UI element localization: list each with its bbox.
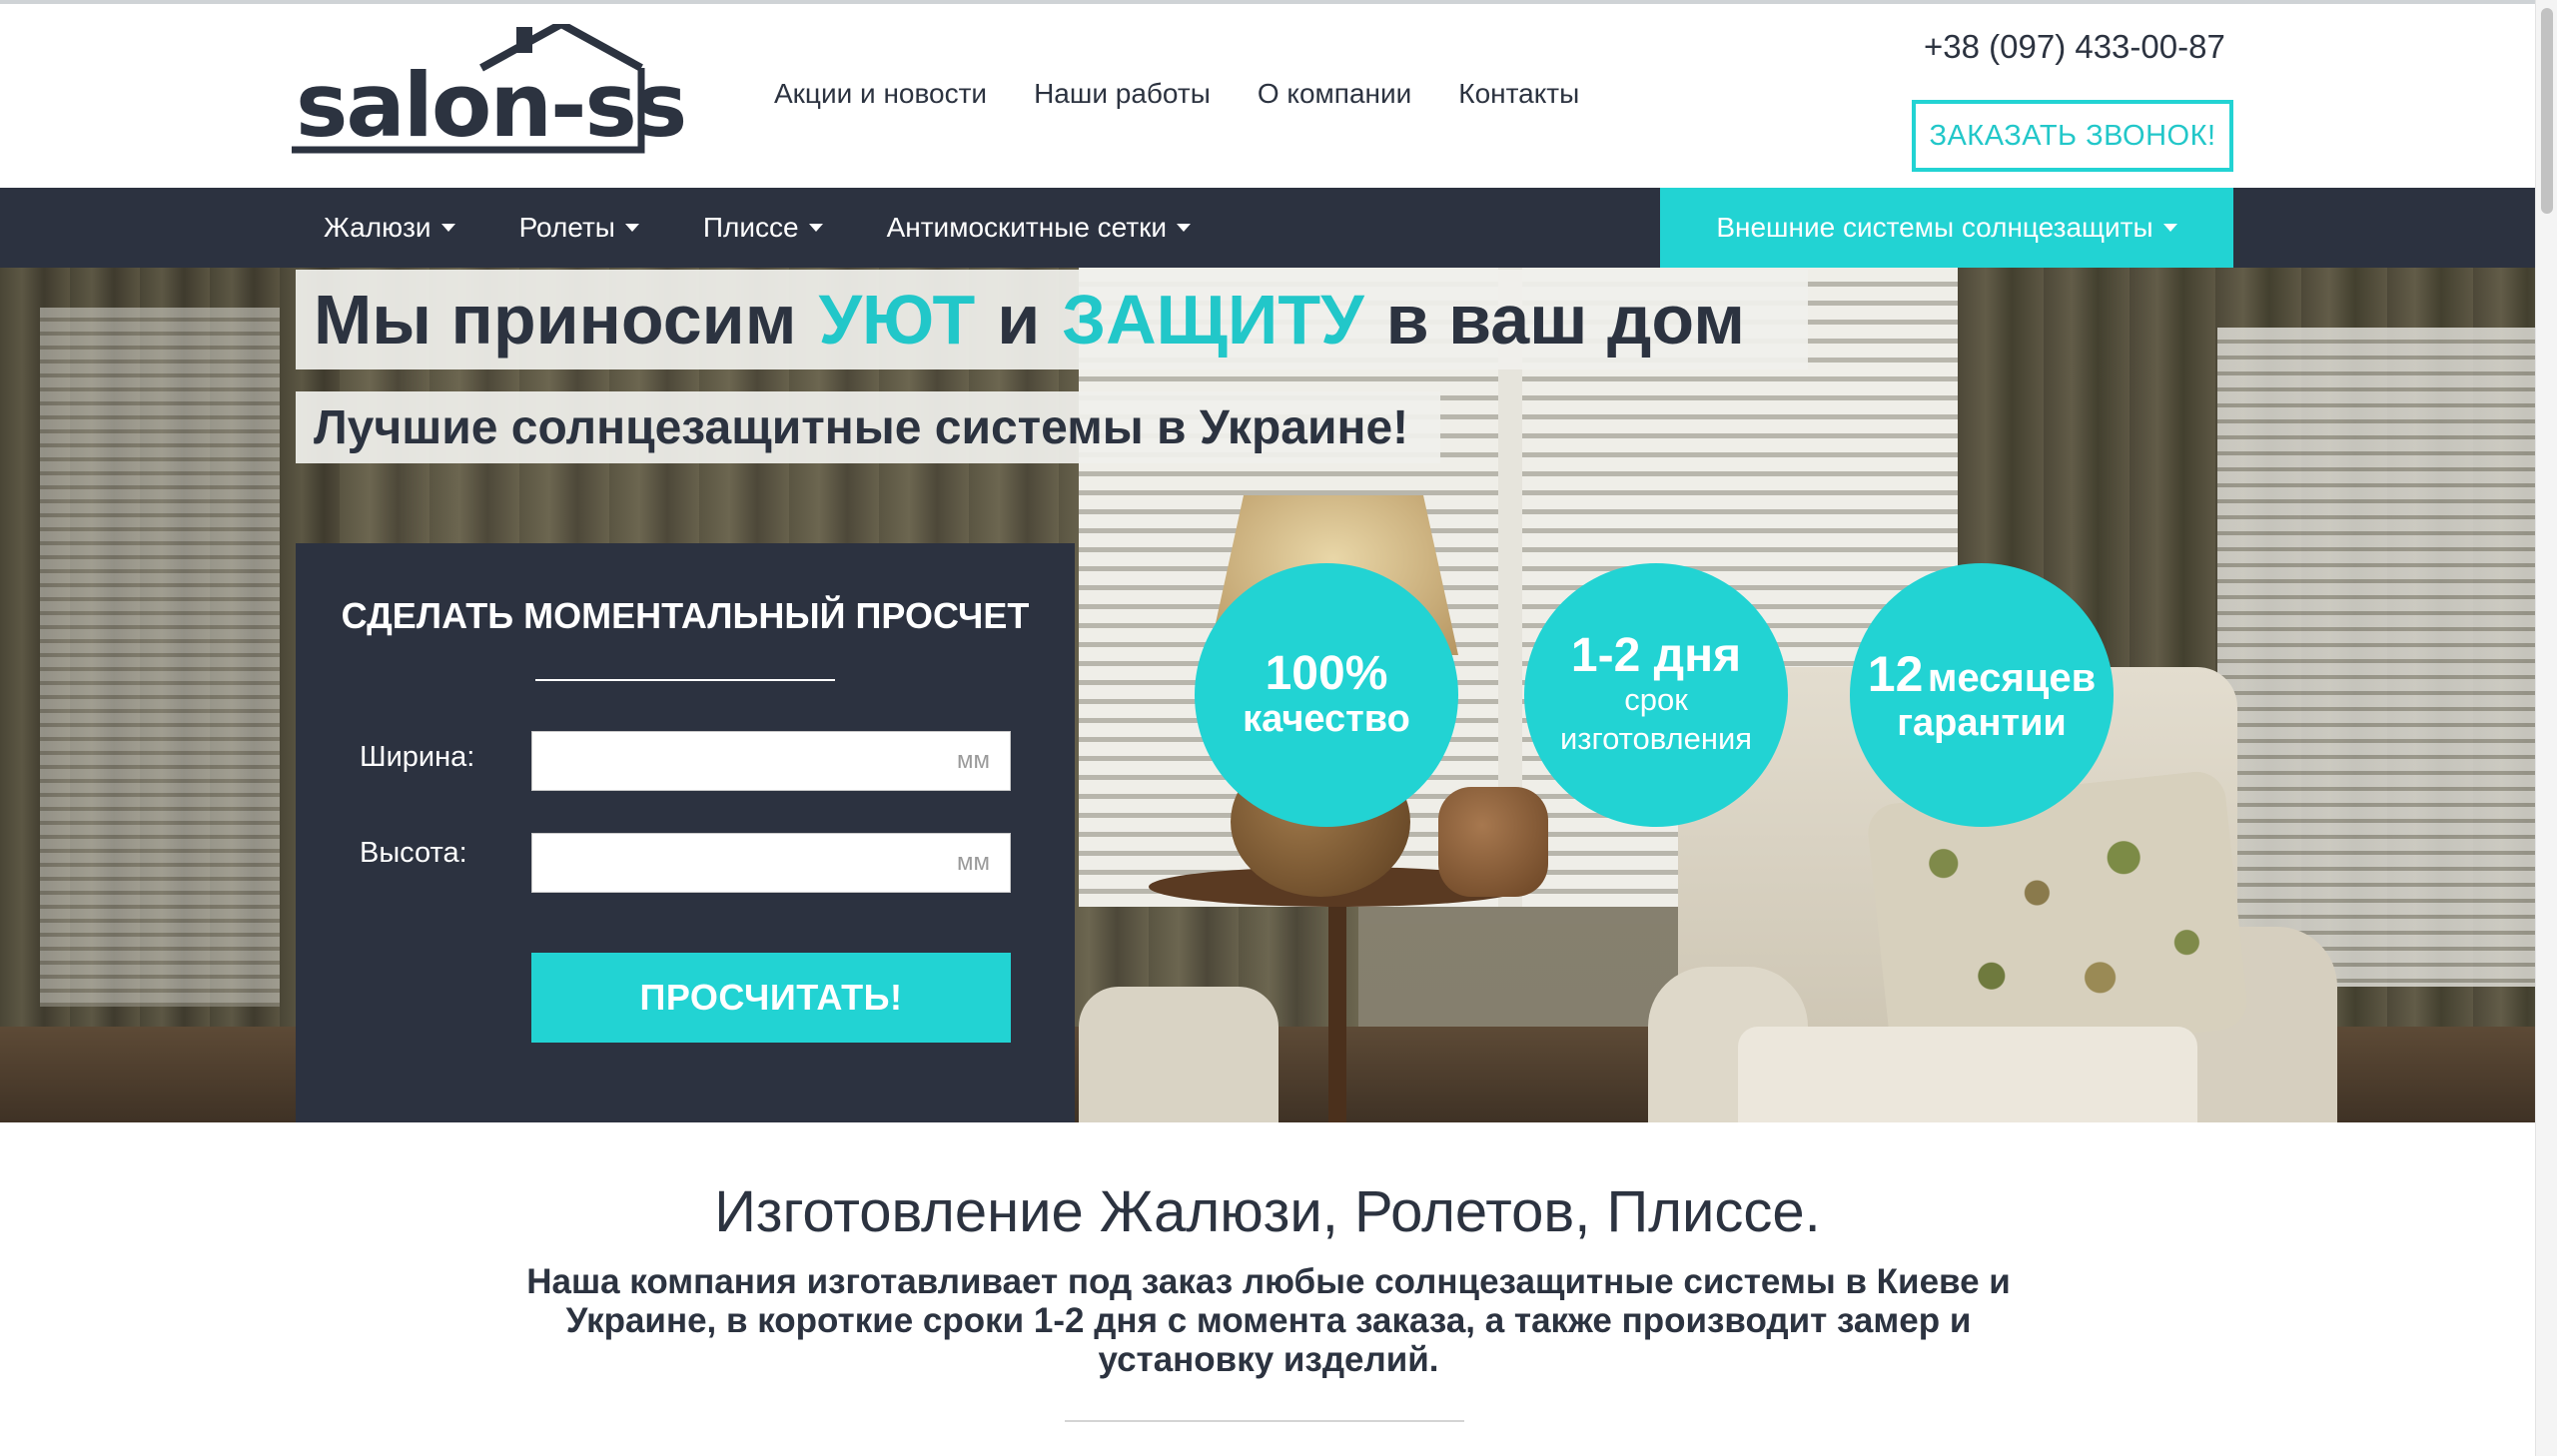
menu-item-rollers[interactable]: Ролеты <box>519 212 639 244</box>
section-description: Наша компания изготавливает под заказ лю… <box>526 1262 2011 1379</box>
menu-item-label: Жалюзи <box>324 212 431 243</box>
section-title: Изготовление Жалюзи, Ролетов, Плиссе. <box>714 1179 1821 1244</box>
badge-unit: месяцев <box>1927 656 2097 701</box>
headline-text: в ваш дом <box>1385 281 1746 359</box>
calculate-button[interactable]: ПРОСЧИТАТЬ! <box>531 953 1011 1043</box>
calculator-title: СДЕЛАТЬ МОМЕНТАЛЬНЫЙ ПРОСЧЕТ <box>341 595 1030 636</box>
logo-text: salon-ss <box>296 54 687 157</box>
hero-headline: Мы приносим УЮТ и ЗАЩИТУ в ваш дом <box>296 270 1808 369</box>
page-scrollbar[interactable] <box>2535 0 2557 1456</box>
phone-number[interactable]: +38 (097) 433-00-87 <box>1924 28 2225 66</box>
main-menu: Жалюзи Ролеты Плиссе Антимоскитные сетки <box>324 188 1255 268</box>
hero-background-table <box>1328 897 1346 1122</box>
width-input[interactable] <box>531 731 1011 791</box>
badge-number: 12 <box>1867 646 1924 703</box>
site-header: salon-ss Акции и новости Наши работы О к… <box>0 4 2535 188</box>
caret-down-icon <box>1177 224 1192 232</box>
nav-link-works[interactable]: Наши работы <box>1034 78 1211 110</box>
headline-accent: ЗАЩИТУ <box>1062 281 1364 359</box>
nav-link-about[interactable]: О компании <box>1258 78 1411 110</box>
menu-item-external-systems[interactable]: Внешние системы солнцезащиты <box>1660 188 2233 268</box>
menu-item-pleated[interactable]: Плиссе <box>703 212 823 244</box>
quality-badge: 100% качество <box>1195 563 1458 827</box>
badge-caption: срок <box>1624 682 1688 718</box>
calculator-form: СДЕЛАТЬ МОМЕНТАЛЬНЫЙ ПРОСЧЕТ Ширина: Выс… <box>296 543 1075 1122</box>
badge-value: 100% <box>1265 646 1388 700</box>
caret-down-icon <box>624 224 639 232</box>
menu-item-mosquito-nets[interactable]: Антимоскитные сетки <box>886 212 1192 244</box>
badge-value: 12 месяцев <box>1868 645 2096 703</box>
badge-value: 1-2 дня <box>1570 629 1742 683</box>
badge-caption: изготовления <box>1559 721 1753 757</box>
scrollbar-thumb[interactable] <box>2541 8 2553 214</box>
height-label: Высота: <box>360 837 467 869</box>
caret-down-icon <box>2162 224 2177 232</box>
site-logo[interactable]: salon-ss <box>292 19 697 158</box>
warranty-badge: 12 месяцев гарантии <box>1850 563 2114 827</box>
hero-background-chair <box>1079 987 1278 1122</box>
menu-item-label: Ролеты <box>518 212 615 243</box>
caret-down-icon <box>440 224 455 232</box>
height-input[interactable] <box>531 833 1011 893</box>
production-time-badge: 1-2 дня срок изготовления <box>1524 563 1788 827</box>
hero-background-blinds <box>40 308 280 1007</box>
menu-item-label: Антимоскитные сетки <box>886 212 1168 243</box>
hero-subheadline: Лучшие солнцезащитные системы в Украине! <box>296 391 1440 463</box>
hero-background-blinds <box>2217 328 2535 987</box>
menu-item-label: Плиссе <box>702 212 799 243</box>
hero-background-vase <box>1438 787 1548 897</box>
top-navigation: Акции и новости Наши работы О компании К… <box>774 78 1626 110</box>
badge-caption: качество <box>1243 698 1410 741</box>
menu-item-label: Внешние системы солнцезащиты <box>1716 212 2153 243</box>
callback-button[interactable]: ЗАКАЗАТЬ ЗВОНОК! <box>1912 100 2233 172</box>
menu-item-blinds[interactable]: Жалюзи <box>324 212 455 244</box>
calculator-divider <box>535 679 835 681</box>
main-menu-bar: Жалюзи Ролеты Плиссе Антимоскитные сетки… <box>0 188 2535 268</box>
caret-down-icon <box>808 224 823 232</box>
nav-link-contacts[interactable]: Контакты <box>1458 78 1579 110</box>
nav-link-news[interactable]: Акции и новости <box>774 78 987 110</box>
badge-caption: гарантии <box>1897 702 2067 745</box>
width-label: Ширина: <box>360 741 475 773</box>
section-divider <box>1065 1420 1464 1422</box>
hero-background-armchair <box>1738 1027 2197 1122</box>
headline-accent: УЮТ <box>818 281 976 359</box>
headline-text: Мы приносим <box>314 281 797 359</box>
headline-text: и <box>997 281 1041 359</box>
